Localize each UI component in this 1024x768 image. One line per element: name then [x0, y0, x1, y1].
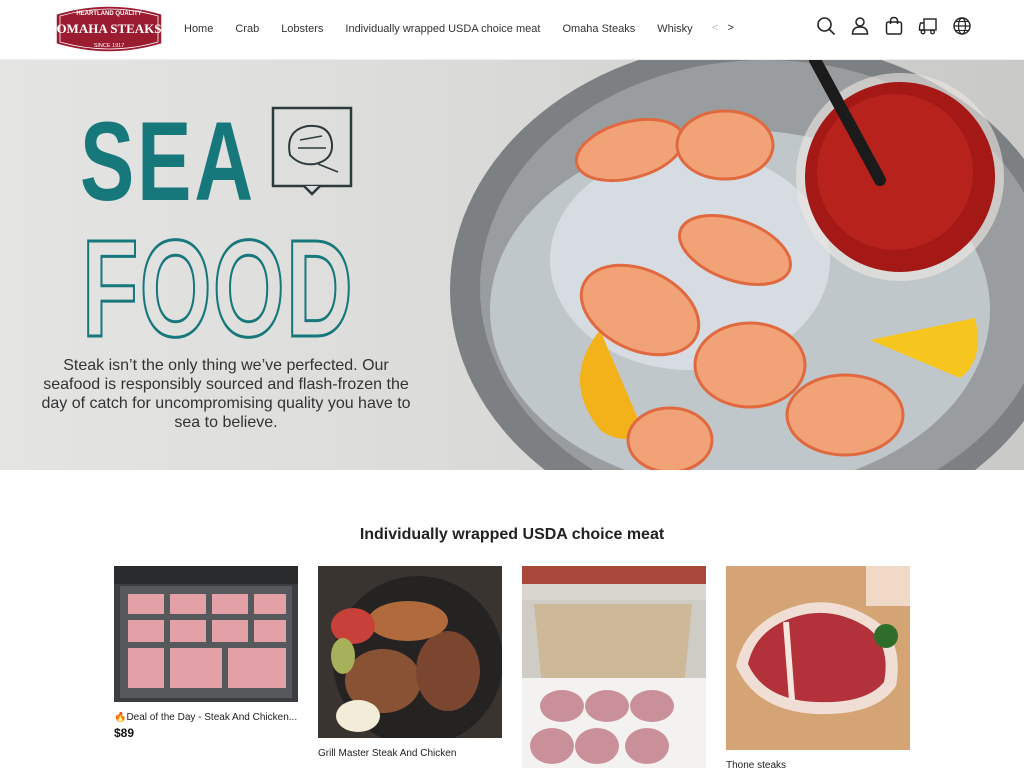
nav-scroll-arrows: < > — [712, 22, 740, 34]
search-icon[interactable] — [816, 16, 836, 36]
product-image[interactable] — [318, 566, 502, 738]
nav-item-whisky[interactable]: Whisky — [657, 23, 692, 35]
logo-top-text: HEARTLAND QUALITY — [76, 11, 141, 17]
omaha-steaks-logo[interactable]: HEARTLAND QUALITY OMAHA STEAKS SINCE 191… — [52, 2, 166, 56]
product-image[interactable] — [726, 566, 910, 750]
product-image[interactable] — [522, 566, 706, 768]
product-image[interactable] — [114, 566, 298, 702]
main-nav: Home Crab Lobsters Individually wrapped … — [184, 0, 704, 58]
nav-item-home[interactable]: Home — [184, 23, 213, 35]
product-title[interactable]: 🔥Deal of the Day - Steak And Chicken... — [114, 712, 298, 723]
nav-item-lobsters[interactable]: Lobsters — [281, 23, 323, 35]
hero-headline-food: FOOD — [82, 212, 354, 366]
seafood-badge-icon — [271, 106, 353, 196]
product-card[interactable] — [522, 566, 706, 768]
product-title[interactable]: Grill Master Steak And Chicken — [318, 748, 502, 759]
logo-since-text: SINCE 1917 — [94, 43, 125, 49]
account-icon[interactable] — [850, 16, 870, 36]
hero-banner[interactable]: SEA FOOD Steak isn’t the only thing we’v… — [0, 60, 1024, 470]
section-title: Individually wrapped USDA choice meat — [359, 526, 665, 543]
nav-item-crab[interactable]: Crab — [235, 23, 259, 35]
product-card[interactable]: 🔥Deal of the Day - Steak And Chicken... … — [114, 566, 298, 740]
globe-icon[interactable] — [952, 16, 972, 36]
hero-description: Steak isn’t the only thing we’ve perfect… — [41, 357, 411, 431]
product-price: $89 — [114, 726, 135, 740]
logo-name-text: OMAHA STEAKS — [56, 21, 161, 36]
shipping-truck-icon[interactable] — [918, 16, 938, 36]
header-icons — [816, 16, 986, 36]
nav-next-button[interactable]: > — [728, 22, 734, 34]
site-header: HEARTLAND QUALITY OMAHA STEAKS SINCE 191… — [0, 0, 1024, 60]
product-card[interactable]: Grill Master Steak And Chicken — [318, 566, 502, 762]
nav-item-usda-meat[interactable]: Individually wrapped USDA choice meat — [345, 23, 540, 35]
nav-item-omaha-steaks[interactable]: Omaha Steaks — [562, 23, 635, 35]
product-title[interactable]: Thone steaks — [726, 760, 910, 768]
hero-headline-sea: SEA — [80, 99, 256, 224]
product-card[interactable]: Thone steaks — [726, 566, 910, 768]
nav-prev-button[interactable]: < — [712, 22, 718, 34]
cart-icon[interactable] — [884, 16, 904, 36]
